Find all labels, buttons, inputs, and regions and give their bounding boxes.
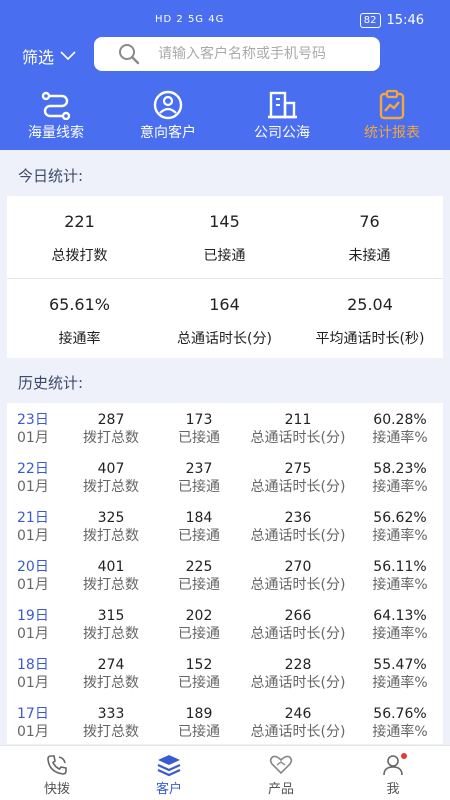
battery-icon: 82 (359, 13, 381, 28)
phone-icon (47, 755, 67, 775)
tab-label-me: 我 (386, 782, 400, 797)
nav-label-clues: 海量线索 (28, 125, 84, 141)
tab-customers[interactable]: 客户 (129, 752, 209, 797)
nav-label-intent-customers: 意向客户 (140, 125, 196, 141)
tab-label-products: 产品 (267, 782, 294, 797)
nav-label-company-pool: 公司公海 (254, 125, 310, 141)
today-stats-row: 221 总拨打数 145 已接通 76 未接通 (7, 196, 443, 276)
notification-badge (401, 753, 407, 759)
nav-item-clues[interactable]: 海量线索 (6, 88, 106, 142)
filter-label: 筛选 (22, 48, 55, 67)
today-stats-row: 65.61% 接通率 164 总通话时长(分) 25.04 平均通话时长(秒) (7, 278, 443, 358)
status-bar: HD 2 5G 4G 82 15:46 (0, 0, 450, 40)
stat-not-connected: 76 未接通 (348, 212, 391, 264)
header: HD 2 5G 4G 82 15:46 筛选 海量线索 意向客户 (0, 0, 450, 150)
network-indicator: HD 2 5G 4G (155, 14, 225, 25)
list-item[interactable]: 17日 01月 333 拨打总数 189 已接通 246 总通话时长(分) 56.76%… (7, 697, 443, 744)
report-icon (379, 89, 405, 120)
search-box[interactable] (94, 37, 380, 71)
stat-total-dials: 221 总拨打数 (51, 212, 108, 264)
nav-item-intent-customers[interactable]: 意向客户 (118, 88, 218, 142)
tab-label-quick-dial: 快拨 (43, 782, 70, 797)
chevron-down-icon (60, 51, 76, 61)
nav-item-reports[interactable]: 统计报表 (342, 88, 442, 142)
filter-dropdown[interactable]: 筛选 (22, 44, 76, 68)
today-stats-card: 221 总拨打数 145 已接通 76 未接通 65.61% 接通率 164 总… (7, 196, 443, 358)
list-item[interactable]: 22日 01月 407 拨打总数 237 已接通 275 总通话时长(分) 58.23%… (7, 452, 443, 501)
list-item[interactable]: 21日 01月 325 拨打总数 184 已接通 236 总通话时长(分) 56.62%… (7, 501, 443, 550)
nav-item-company-pool[interactable]: 公司公海 (232, 88, 332, 142)
today-section-title: 今日统计: (18, 167, 84, 185)
stat-total-duration: 164 总通话时长(分) (177, 295, 272, 347)
search-icon (119, 44, 140, 65)
nav-label-reports: 统计报表 (364, 125, 420, 141)
top-nav: 海量线索 意向客户 公司公海 统计报表 (0, 88, 450, 144)
status-time: 15:46 (386, 13, 424, 28)
status-right: 82 15:46 (359, 13, 424, 28)
list-item[interactable]: 20日 01月 401 拨打总数 225 已接通 270 总通话时长(分) 56.11%… (7, 550, 443, 599)
stat-connected: 145 已接通 (203, 212, 246, 264)
tab-me[interactable]: 我 (353, 752, 433, 797)
clue-icon (41, 91, 71, 120)
list-item[interactable]: 19日 01月 315 拨打总数 202 已接通 266 总通话时长(分) 64.13%… (7, 599, 443, 648)
history-section-title: 历史统计: (18, 374, 84, 392)
list-item[interactable]: 18日 01月 274 拨打总数 152 已接通 228 总通话时长(分) 55.47%… (7, 648, 443, 697)
history-list[interactable]: 23日 01月 287 拨打总数 173 已接通 211 总通话时长(分) 60.28%… (7, 403, 443, 744)
bottom-tab-bar: 快拨 客户 产品 我 (0, 745, 450, 800)
building-icon (268, 91, 297, 119)
tab-label-customers: 客户 (155, 782, 182, 797)
layers-icon (157, 755, 181, 777)
customer-icon (153, 90, 183, 120)
search-input[interactable] (158, 46, 378, 62)
heart-hand-icon (269, 755, 293, 775)
tab-products[interactable]: 产品 (241, 752, 321, 797)
stat-connect-rate: 65.61% 接通率 (48, 295, 110, 347)
list-item[interactable]: 23日 01月 287 拨打总数 173 已接通 211 总通话时长(分) 60.28%… (7, 403, 443, 452)
stat-avg-duration: 25.04 平均通话时长(秒) (315, 295, 425, 347)
tab-quick-dial[interactable]: 快拨 (17, 752, 97, 797)
